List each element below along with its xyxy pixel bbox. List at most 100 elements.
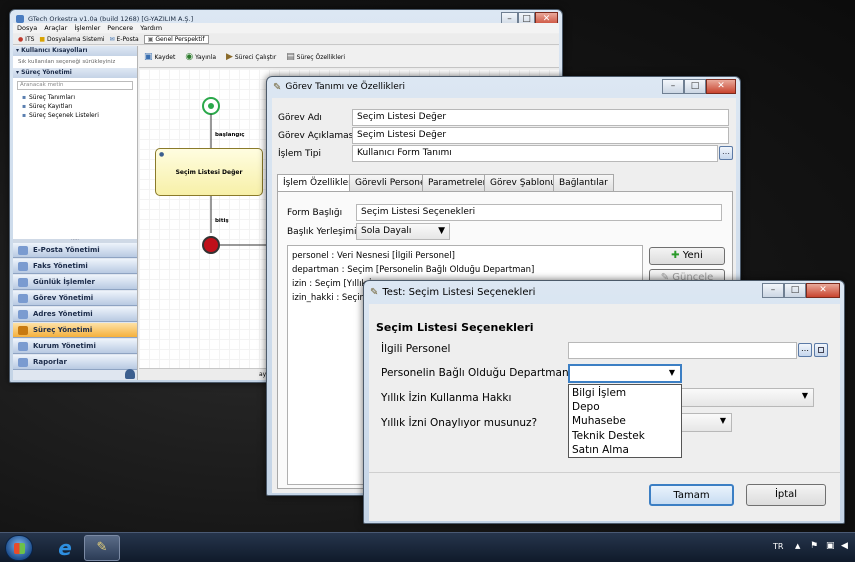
nav-raporlar[interactable]: Raporlar bbox=[13, 355, 137, 370]
perspective-icon: ▣ bbox=[147, 35, 154, 43]
start-button[interactable] bbox=[5, 535, 33, 561]
nav-label: Görev Yönetimi bbox=[33, 294, 94, 302]
user-avatar-icon bbox=[125, 369, 135, 379]
close-button[interactable]: ✕ bbox=[806, 283, 840, 298]
menu-yardim[interactable]: Yardım bbox=[140, 24, 162, 32]
network-icon[interactable]: ▣ bbox=[826, 541, 835, 551]
app-icon bbox=[16, 15, 24, 23]
tree-item-surec-tanimlari[interactable]: ▪ Süreç Tanımları bbox=[13, 93, 137, 102]
tree-item-secenek-listeleri[interactable]: ▪ Süreç Seçenek Listeleri bbox=[13, 111, 137, 120]
surec-yonetimi-header[interactable]: ▾ Süreç Yönetimi bbox=[13, 68, 137, 78]
surec-ozellikleri-button[interactable]: ▤ Süreç Özellikleri bbox=[286, 52, 345, 62]
toolbar-eposta-label: E-Posta bbox=[116, 35, 139, 43]
departman-select[interactable]: ▼ bbox=[568, 364, 682, 383]
dropdown-option[interactable]: Teknik Destek bbox=[572, 429, 678, 443]
button-separator bbox=[369, 472, 840, 473]
tab-parametreler[interactable]: Parametreler bbox=[422, 174, 493, 191]
dropdown-option[interactable]: Satın Alma bbox=[572, 443, 678, 457]
nav-surec[interactable]: Süreç Yönetimi bbox=[13, 323, 137, 338]
start-event-dot bbox=[208, 103, 214, 109]
dropdown-option[interactable]: Bilgi İşlem bbox=[572, 386, 678, 400]
toolbar-eposta[interactable]: ✉ E-Posta bbox=[110, 36, 139, 43]
form-basligi-field[interactable]: Seçim Listesi Seçenekleri bbox=[356, 204, 722, 221]
save-icon: ▣ bbox=[144, 51, 153, 62]
iptal-button[interactable]: İptal bbox=[746, 484, 826, 506]
test-form-header: Seçim Listesi Seçenekleri bbox=[376, 321, 534, 334]
gorev-window-controls: – □ ✕ bbox=[662, 79, 736, 94]
tamam-button[interactable]: Tamam bbox=[649, 484, 734, 506]
baslik-yerlesimi-select[interactable]: Sola Dayalı ▼ bbox=[356, 223, 450, 240]
nav-adres[interactable]: Adres Yönetimi bbox=[13, 307, 137, 322]
nav-gorev[interactable]: Görev Yönetimi bbox=[13, 291, 137, 306]
menu-islemler[interactable]: İşlemler bbox=[74, 24, 100, 32]
chevron-down-icon: ▼ bbox=[719, 416, 726, 425]
nav-gunluk[interactable]: Günlük İşlemler bbox=[13, 275, 137, 290]
menu-araclar[interactable]: Araçlar bbox=[44, 24, 67, 32]
toolbar-its[interactable]: ● ITS bbox=[18, 36, 34, 43]
list-item[interactable]: personel : Veri Nesnesi [İlgili Personel… bbox=[292, 249, 638, 263]
gorev-window-title: Görev Tanımı ve Özellikleri bbox=[285, 82, 405, 92]
tab-baglantilar[interactable]: Bağlantılar bbox=[553, 174, 614, 191]
search-input[interactable]: Aranacak metin bbox=[17, 81, 133, 90]
surec-header-label: Süreç Yönetimi bbox=[21, 69, 72, 76]
maximize-button[interactable]: □ bbox=[784, 283, 806, 298]
show-hidden-icons-icon[interactable]: ▲ bbox=[795, 542, 800, 550]
yayinla-label: Yayınla bbox=[195, 53, 217, 61]
tree-item-surec-kayitlari[interactable]: ▪ Süreç Kayıtları bbox=[13, 102, 137, 111]
process-icon bbox=[18, 326, 28, 335]
flag-icon[interactable]: ⚑ bbox=[810, 541, 818, 551]
tab-islem-ozellikleri[interactable]: İşlem Özellikleri bbox=[277, 174, 361, 192]
nav-kurum[interactable]: Kurum Yönetimi bbox=[13, 339, 137, 354]
folder-icon: ■ bbox=[39, 35, 46, 43]
yeni-button[interactable]: ✚ Yeni bbox=[649, 247, 725, 265]
language-indicator[interactable]: TR bbox=[773, 542, 783, 551]
chevron-down-icon: ▼ bbox=[668, 368, 675, 377]
left-panel: ▾ Kullanıcı Kısayolları Sık kullanılan s… bbox=[13, 46, 138, 380]
nav-panel: ····· E-Posta Yönetimi Faks Yönetimi Gün… bbox=[13, 238, 137, 380]
ie-taskbar-button[interactable]: e bbox=[50, 536, 80, 561]
main-window-title: GTech Orkestra v1.0a (build 1268) [G-YAZ… bbox=[28, 15, 194, 23]
gorev-adi-label: Görev Adı bbox=[278, 113, 322, 123]
ilgili-personel-clear-button[interactable] bbox=[814, 343, 828, 357]
app-taskbar-button[interactable]: ✎ bbox=[84, 535, 120, 561]
dropdown-option[interactable]: Muhasebe bbox=[572, 414, 678, 428]
nav-faks[interactable]: Faks Yönetimi bbox=[13, 259, 137, 274]
minimize-button[interactable]: – bbox=[662, 79, 684, 94]
dropdown-option[interactable]: Depo bbox=[572, 400, 678, 414]
menu-pencere[interactable]: Pencere bbox=[107, 24, 133, 32]
islem-tipi-field[interactable]: Kullanıcı Form Tanımı bbox=[352, 145, 718, 162]
close-button[interactable]: ✕ bbox=[706, 79, 736, 94]
kullanici-header-label: Kullanıcı Kısayolları bbox=[21, 47, 88, 54]
yayinla-button[interactable]: ◉ Yayınla bbox=[185, 52, 216, 62]
gorev-adi-field[interactable]: Seçim Listesi Değer bbox=[352, 109, 729, 126]
islem-tipi-browse-button[interactable]: … bbox=[719, 146, 733, 160]
test-window-controls: – □ ✕ bbox=[762, 283, 840, 298]
ilgili-personel-field[interactable] bbox=[568, 342, 797, 359]
end-event[interactable] bbox=[202, 236, 220, 254]
departman-label: Personelin Bağlı Olduğu Departman bbox=[381, 367, 569, 379]
nav-label: Süreç Yönetimi bbox=[33, 326, 93, 334]
task-node[interactable]: ● Seçim Listesi Değer bbox=[155, 148, 263, 196]
toolbar-dosyalama-label: Dosyalama Sistemi bbox=[47, 35, 105, 43]
gorev-aciklamasi-field[interactable]: Seçim Listesi Değer bbox=[352, 127, 729, 144]
toolbar-dosyalama[interactable]: ■ Dosyalama Sistemi bbox=[39, 36, 104, 43]
baslik-yerlesimi-value: Sola Dayalı bbox=[361, 226, 412, 236]
maximize-button[interactable]: □ bbox=[684, 79, 706, 94]
volume-icon[interactable]: ◀ bbox=[841, 541, 848, 551]
kaydet-button[interactable]: ▣ Kaydet bbox=[144, 52, 175, 62]
kullanici-hint: Sık kullanılan seçeneği sürükleyiniz bbox=[18, 59, 116, 65]
report-icon bbox=[18, 358, 28, 367]
sureci-calistir-button[interactable]: ▶ Süreci Çalıştır bbox=[226, 52, 276, 62]
ilgili-personel-browse-button[interactable]: … bbox=[798, 343, 812, 357]
toolbar-perspektif[interactable]: ▣ Genel Perspektif bbox=[143, 34, 209, 44]
minimize-button[interactable]: – bbox=[762, 283, 784, 298]
kullanici-kisayollari-header[interactable]: ▾ Kullanıcı Kısayolları bbox=[13, 46, 137, 56]
nav-eposta[interactable]: E-Posta Yönetimi bbox=[13, 243, 137, 258]
menu-dosya[interactable]: Dosya bbox=[17, 24, 37, 32]
main-toolbar: ● ITS ■ Dosyalama Sistemi ✉ E-Posta ▣ Ge… bbox=[13, 34, 559, 45]
fax-icon bbox=[18, 262, 28, 271]
its-icon: ● bbox=[18, 35, 24, 43]
tab-gorev-sablonu[interactable]: Görev Şablonu bbox=[484, 174, 563, 191]
tab-strip: İşlem Özellikleri Görevli Personel Param… bbox=[277, 174, 733, 192]
list-item[interactable]: departman : Seçim [Personelin Bağlı Oldu… bbox=[292, 263, 638, 277]
